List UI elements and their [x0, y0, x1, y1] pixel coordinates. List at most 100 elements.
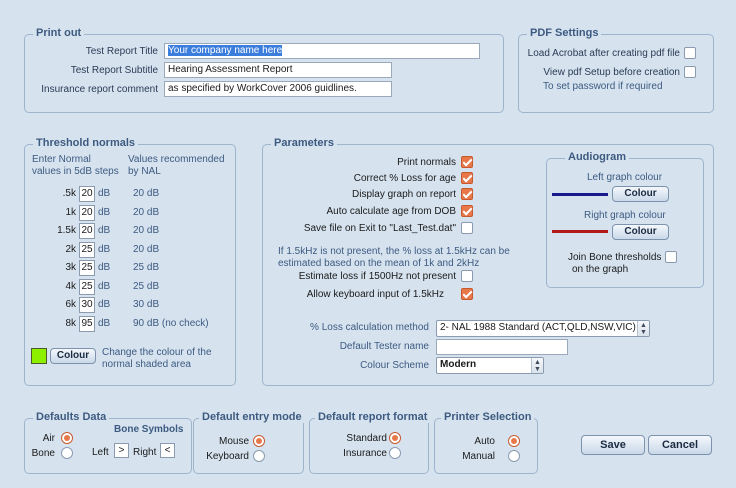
threshold-value-input[interactable]: 30	[79, 297, 95, 313]
bone-radio[interactable]	[61, 447, 73, 459]
right-graph-colour-button[interactable]: Colour	[612, 224, 669, 240]
threshold-freq-label: 4k	[65, 281, 76, 292]
save-file-checkbox[interactable]	[461, 222, 473, 234]
auto-label: Auto	[474, 436, 495, 447]
updown-arrows-icon: ▲ ▼	[637, 321, 649, 336]
right-symbol-input[interactable]: <	[160, 443, 175, 458]
right-symbol-label: Right	[133, 447, 157, 458]
left-symbol-label: Left	[92, 447, 109, 458]
threshold-freq-label: .5k	[62, 188, 76, 199]
threshold-value-input[interactable]: 25	[79, 242, 95, 258]
insurance-comment-input[interactable]: as specified by WorkCover 2006 guidlines…	[164, 81, 392, 97]
nal-recommended-header: Values recommended by NAL	[128, 154, 225, 177]
left-graph-colour-button[interactable]: Colour	[612, 186, 669, 202]
insurance-label: Insurance	[343, 448, 387, 459]
threshold-freq-label: 8k	[65, 318, 76, 329]
parameters-title: Parameters	[271, 137, 337, 149]
threshold-freq-label: 3k	[65, 262, 76, 273]
save-file-label: Save file on Exit to "Last_Test.dat"	[303, 223, 456, 234]
manual-radio[interactable]	[508, 450, 520, 462]
display-graph-label: Display graph on report	[352, 189, 456, 200]
colour-scheme-value: Modern	[440, 359, 477, 370]
mouse-label: Mouse	[218, 436, 249, 447]
normal-shade-swatch	[31, 348, 47, 364]
report-title-input[interactable]: Your company name here	[164, 43, 480, 59]
threshold-unit-label: dB	[98, 188, 111, 199]
nal-recommended-value: 20 dB	[133, 188, 160, 199]
threshold-unit-label: dB	[98, 281, 111, 292]
threshold-unit-label: dB	[98, 244, 111, 255]
audiogram-title: Audiogram	[565, 151, 630, 163]
threshold-value-input[interactable]: 25	[79, 260, 95, 276]
standard-radio[interactable]	[389, 432, 401, 444]
join-bone-label: Join Bone thresholds on the graph	[568, 252, 662, 275]
report-title-value: Your company name here	[168, 45, 283, 56]
defaults-data-title: Defaults Data	[33, 411, 110, 423]
threshold-unit-label: dB	[98, 299, 111, 310]
password-note: To set password if required	[543, 81, 663, 92]
auto-age-checkbox[interactable]	[461, 205, 473, 217]
estimate-loss-checkbox[interactable]	[461, 270, 473, 282]
correct-loss-checkbox[interactable]	[461, 172, 473, 184]
right-graph-line	[552, 230, 608, 233]
air-radio[interactable]	[61, 432, 73, 444]
estimate-loss-label: Estimate loss if 1500Hz not present	[298, 271, 456, 282]
print-out-title: Print out	[33, 27, 85, 39]
report-format-group: Default report format	[309, 411, 431, 474]
view-pdf-setup-checkbox[interactable]	[684, 66, 696, 78]
tester-name-label: Default Tester name	[339, 341, 429, 352]
threshold-freq-label: 1.5k	[57, 225, 76, 236]
auto-age-label: Auto calculate age from DOB	[326, 206, 456, 217]
allow-keyboard-label: Allow keyboard input of 1.5kHz	[306, 289, 444, 300]
manual-label: Manual	[462, 451, 495, 462]
threshold-value-input[interactable]: 95	[79, 316, 95, 332]
keyboard-radio[interactable]	[253, 450, 265, 462]
auto-radio[interactable]	[508, 435, 520, 447]
report-subtitle-input[interactable]: Hearing Assessment Report	[164, 62, 392, 78]
threshold-freq-label: 2k	[65, 244, 76, 255]
cancel-button[interactable]: Cancel	[648, 435, 712, 455]
tester-name-input[interactable]	[436, 339, 568, 355]
allow-keyboard-checkbox[interactable]	[461, 288, 473, 300]
nal-recommended-value: 20 dB	[133, 244, 160, 255]
nal-recommended-value: 20 dB	[133, 225, 160, 236]
nal-recommended-value: 90 dB (no check)	[133, 318, 209, 329]
print-normals-label: Print normals	[397, 157, 456, 168]
loss-method-value: 2- NAL 1988 Standard (ACT,QLD,NSW,VIC)	[440, 322, 636, 333]
enter-normal-header: Enter Normal values in 5dB steps	[32, 154, 119, 177]
nal-recommended-value: 30 dB	[133, 299, 160, 310]
load-acrobat-checkbox[interactable]	[684, 47, 696, 59]
normal-shade-colour-button[interactable]: Colour	[50, 348, 96, 364]
left-graph-colour-label: Left graph colour	[587, 172, 663, 183]
display-graph-checkbox[interactable]	[461, 188, 473, 200]
colour-scheme-select[interactable]: Modern ▲ ▼	[436, 357, 544, 374]
load-acrobat-label: Load Acrobat after creating pdf file	[527, 48, 680, 59]
threshold-freq-label: 6k	[65, 299, 76, 310]
left-symbol-input[interactable]: >	[114, 443, 129, 458]
entry-mode-title: Default entry mode	[199, 411, 305, 423]
estimate-note: If 1.5kHz is not present, the % loss at …	[278, 246, 510, 269]
insurance-radio[interactable]	[389, 447, 401, 459]
colour-scheme-label: Colour Scheme	[360, 360, 429, 371]
threshold-value-input[interactable]: 20	[79, 186, 95, 202]
join-bone-checkbox[interactable]	[665, 251, 677, 263]
threshold-value-input[interactable]: 20	[79, 205, 95, 221]
threshold-unit-label: dB	[98, 262, 111, 273]
nal-recommended-value: 20 dB	[133, 207, 160, 218]
loss-method-label: % Loss calculation method	[310, 322, 429, 333]
save-button[interactable]: Save	[581, 435, 645, 455]
correct-loss-label: Correct % Loss for age	[353, 173, 456, 184]
mouse-radio[interactable]	[253, 435, 265, 447]
view-pdf-setup-label: View pdf Setup before creation	[543, 67, 680, 78]
pdf-settings-title: PDF Settings	[527, 27, 602, 39]
threshold-value-input[interactable]: 20	[79, 223, 95, 239]
insurance-comment-label: Insurance report comment	[41, 84, 158, 95]
print-normals-checkbox[interactable]	[461, 156, 473, 168]
threshold-freq-label: 1k	[65, 207, 76, 218]
report-title-label: Test Report Title	[85, 46, 158, 57]
threshold-unit-label: dB	[98, 225, 111, 236]
keyboard-label: Keyboard	[206, 451, 249, 462]
loss-method-select[interactable]: 2- NAL 1988 Standard (ACT,QLD,NSW,VIC) ▲…	[436, 320, 650, 337]
threshold-value-input[interactable]: 25	[79, 279, 95, 295]
left-graph-line	[552, 193, 608, 196]
